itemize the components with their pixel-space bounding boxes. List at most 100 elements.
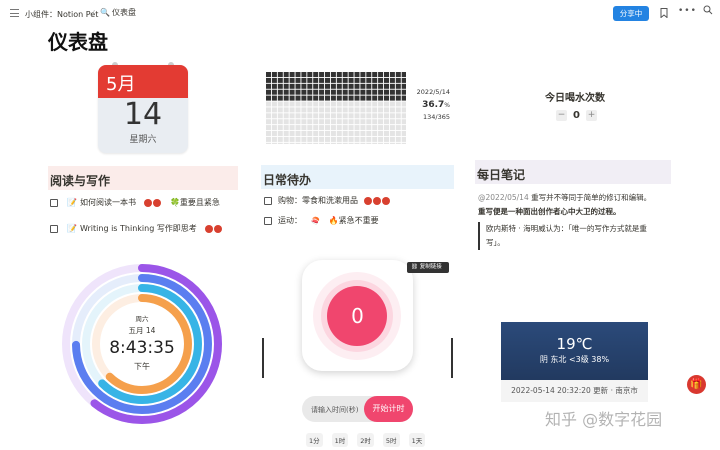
day-cell bbox=[307, 136, 313, 142]
timer-input[interactable]: 请输入时间(秒) bbox=[311, 405, 358, 415]
day-cell bbox=[301, 125, 307, 131]
preset-chip[interactable]: 1时 bbox=[331, 433, 349, 447]
day-cell bbox=[360, 136, 366, 142]
day-cell bbox=[319, 131, 325, 136]
watermark: 知乎 @数字花园 bbox=[545, 410, 663, 429]
day-cell bbox=[342, 119, 348, 125]
day-cell bbox=[366, 113, 372, 119]
sushi-icon: 🍣 bbox=[311, 216, 320, 225]
copy-link-button[interactable]: ⛓ 复制链接 bbox=[407, 262, 449, 273]
day-cell bbox=[325, 119, 330, 125]
day-cell bbox=[330, 101, 336, 107]
todo-item[interactable]: 购物：零食和洗漱用品 bbox=[264, 195, 390, 206]
day-cell bbox=[348, 131, 354, 136]
day-cell bbox=[395, 83, 401, 89]
preset-chip[interactable]: 2时 bbox=[357, 433, 374, 447]
todo-item[interactable]: 📝 Writing is Thinking 写作即思考 bbox=[50, 223, 222, 234]
todo-tag: 🔥紧急不重要 bbox=[328, 216, 379, 225]
day-cell bbox=[313, 77, 319, 83]
todo-item[interactable]: 运动： 🍣 🔥紧急不重要 bbox=[264, 215, 379, 226]
day-cell bbox=[295, 113, 301, 119]
day-cell bbox=[354, 131, 360, 136]
bookmark-icon[interactable] bbox=[660, 8, 668, 21]
day-cell bbox=[301, 113, 307, 119]
day-cell bbox=[342, 142, 348, 144]
day-cell bbox=[313, 131, 319, 136]
day-cell bbox=[336, 136, 342, 142]
day-cell bbox=[342, 107, 348, 113]
day-cell bbox=[283, 131, 289, 136]
day-cell bbox=[289, 113, 295, 119]
day-cell bbox=[360, 119, 366, 125]
day-cell bbox=[271, 77, 277, 83]
day-cell bbox=[389, 101, 395, 107]
checkbox[interactable] bbox=[264, 216, 272, 225]
day-cell bbox=[360, 72, 366, 77]
search-icon[interactable] bbox=[703, 5, 713, 18]
day-cell bbox=[277, 113, 283, 119]
more-icon[interactable]: ••• bbox=[678, 6, 697, 16]
year-progress-date: 2022/5/14 bbox=[416, 88, 450, 96]
minus-button[interactable]: − bbox=[556, 110, 567, 121]
day-cell bbox=[271, 131, 277, 136]
day-cell bbox=[283, 72, 289, 77]
day-cell bbox=[401, 119, 406, 125]
breadcrumb-current[interactable]: 🔍 仪表盘 bbox=[100, 7, 136, 18]
day-cell bbox=[266, 95, 271, 101]
checkbox[interactable] bbox=[50, 198, 58, 207]
day-cell bbox=[348, 125, 354, 131]
day-cell bbox=[360, 83, 366, 89]
day-cell bbox=[325, 95, 330, 101]
note-quote: 欧内斯特 · 海明威认为：「唯一的写作方式就是重写」。 bbox=[478, 222, 658, 250]
day-cell bbox=[313, 83, 319, 89]
day-cell bbox=[307, 95, 313, 101]
day-cell bbox=[283, 125, 289, 131]
day-cell bbox=[319, 89, 325, 95]
section-reading: 阅读与写作 bbox=[48, 166, 238, 190]
weather-updated: 2022-05-14 20:32:20 更新 · 南京市 bbox=[501, 380, 648, 402]
day-cell bbox=[295, 77, 301, 83]
day-cell bbox=[378, 83, 384, 89]
day-cell bbox=[295, 142, 301, 144]
day-cell bbox=[342, 113, 348, 119]
day-cell bbox=[289, 83, 295, 89]
day-cell bbox=[301, 131, 307, 136]
todo-item[interactable]: 📝 如何阅读一本书 🍀重要且紧急 bbox=[50, 197, 220, 208]
preset-chip[interactable]: 1分 bbox=[306, 433, 323, 447]
day-cell bbox=[266, 107, 271, 113]
preset-chip[interactable]: 5时 bbox=[382, 433, 400, 447]
day-cell bbox=[348, 136, 354, 142]
day-cell bbox=[330, 77, 336, 83]
day-cell bbox=[360, 107, 366, 113]
day-cell bbox=[295, 101, 301, 107]
start-timer-button[interactable]: 开始计时 bbox=[364, 396, 413, 422]
day-cell bbox=[271, 95, 277, 101]
day-cell bbox=[307, 77, 313, 83]
day-cell bbox=[325, 131, 330, 136]
checkbox[interactable] bbox=[50, 224, 58, 233]
year-progress-percent: 36.7 bbox=[422, 100, 445, 110]
day-cell bbox=[283, 136, 289, 142]
day-cell bbox=[313, 119, 319, 125]
clock-ampm: 下午 bbox=[134, 362, 150, 371]
plus-button[interactable]: + bbox=[585, 110, 597, 121]
day-cell bbox=[325, 107, 330, 113]
day-cell bbox=[348, 107, 354, 113]
day-cell bbox=[307, 89, 313, 95]
day-cell bbox=[266, 72, 271, 77]
gift-icon[interactable]: 🎁 bbox=[687, 375, 706, 394]
day-cell bbox=[283, 142, 289, 144]
preset-chip[interactable]: 1天 bbox=[408, 433, 426, 447]
menu-icon[interactable] bbox=[10, 9, 19, 17]
day-cell bbox=[325, 89, 330, 95]
day-cell bbox=[319, 83, 325, 89]
breadcrumb-parent[interactable]: 小组件：Notion Pet bbox=[25, 9, 98, 20]
day-cell bbox=[378, 125, 384, 131]
day-cell bbox=[389, 142, 395, 144]
day-cell bbox=[319, 113, 325, 119]
day-cell bbox=[336, 72, 342, 77]
share-button[interactable]: 分享中 bbox=[613, 6, 649, 21]
day-cell bbox=[389, 83, 395, 89]
calendar-widget: 5月 14 星期六 bbox=[98, 65, 188, 153]
checkbox[interactable] bbox=[264, 196, 272, 205]
